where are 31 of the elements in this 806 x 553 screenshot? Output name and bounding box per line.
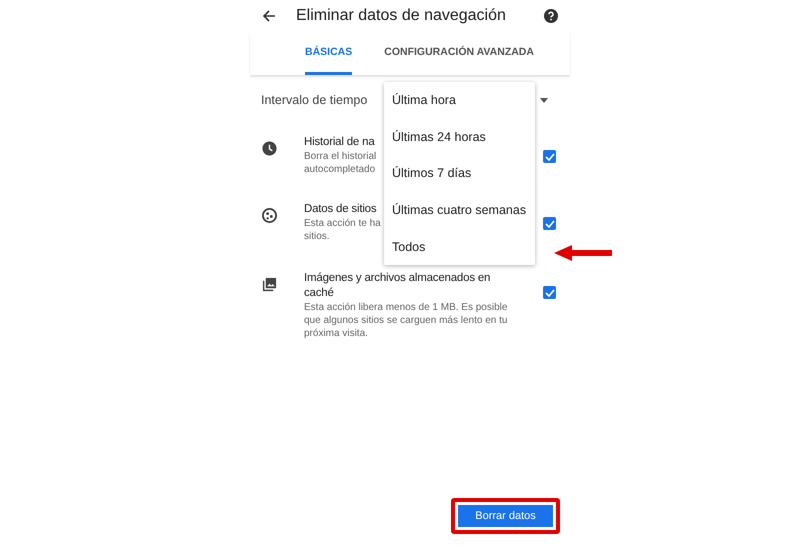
pointer-arrow-icon [554,245,612,261]
clear-data-button[interactable]: Borrar datos [458,505,553,527]
page-title: Eliminar datos de navegación [296,7,507,25]
item-description: sitios. [304,230,330,243]
menu-option[interactable]: Últimas 24 horas [384,118,486,156]
checkbox[interactable] [543,150,556,163]
menu-option[interactable]: Últimos 7 días [384,155,472,192]
item-title: Imágenes y archivos almacenados en [304,271,490,286]
checkbox[interactable] [543,286,556,299]
item-description: que algunos sitios se carguen más lento en tu [304,314,508,327]
item-description: autocompletado [304,163,376,176]
images-icon [262,277,277,292]
help-icon[interactable] [544,9,558,23]
menu-option[interactable]: Última hora [384,82,456,119]
cookie-icon [262,208,277,223]
item-title: Datos de sitios [304,202,376,217]
checkbox[interactable] [543,217,556,230]
item-title: Historial de na [304,135,375,150]
item-title: caché [304,286,334,301]
dropdown-caret-icon[interactable] [540,98,548,102]
back-arrow-icon[interactable] [262,9,276,23]
clock-icon [262,141,277,156]
tab[interactable]: BÁSICAS [305,32,352,75]
time-range-label: Intervalo de tiempo [261,93,368,107]
item-description: Esta acción te ha [304,217,381,230]
menu-option[interactable]: Últimas cuatro semanas [384,192,526,228]
item-description: Esta acción libera menos de 1 MB. Es posible [304,301,508,314]
tab[interactable]: CONFIGURACIÓN AVANZADA [384,32,534,75]
item-description: Borra el historial [304,150,376,163]
item-description: próxima visita. [304,327,368,340]
menu-option[interactable]: Todos [384,228,426,265]
